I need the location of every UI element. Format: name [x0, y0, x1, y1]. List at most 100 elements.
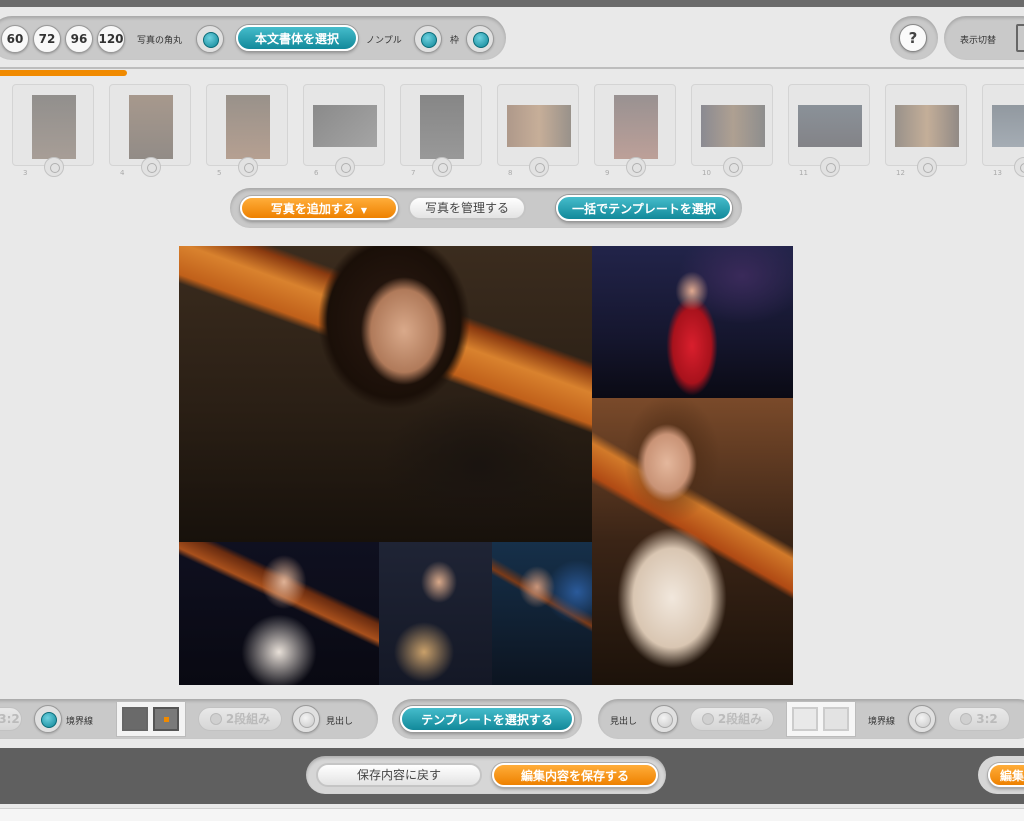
select-font-button[interactable]: 本文書体を選択	[236, 25, 358, 51]
zoom-icon[interactable]	[917, 157, 937, 177]
thumbnail[interactable]: 13	[982, 84, 1024, 177]
thumbnail[interactable]: 10	[691, 84, 773, 177]
thumbnail[interactable]: 5	[206, 84, 288, 177]
right-border-color-picker[interactable]	[786, 701, 856, 737]
left-heading-toggle[interactable]	[292, 705, 320, 733]
zoom-icon[interactable]	[1014, 157, 1024, 177]
thumbnail-number: 8	[508, 169, 513, 177]
corner-round-toggle[interactable]	[196, 25, 224, 53]
right-border-toggle[interactable]	[908, 705, 936, 733]
left-heading-label: 見出し	[326, 717, 354, 727]
collage-photo[interactable]	[492, 542, 592, 685]
right-columns-button[interactable]: 2段組み	[690, 707, 774, 731]
thumbnail[interactable]: 3	[12, 84, 94, 177]
thumbnail-image	[614, 95, 658, 159]
zoom-icon[interactable]	[820, 157, 840, 177]
collage-photo[interactable]	[179, 542, 379, 685]
size-72-button[interactable]: 72	[33, 25, 61, 53]
border-color-picker[interactable]	[116, 701, 186, 737]
thumbnail-number: 13	[993, 169, 1002, 177]
thumbnail-image	[129, 95, 173, 159]
photo-collage[interactable]	[179, 246, 793, 685]
thumbnail[interactable]: 6	[303, 84, 385, 177]
zoom-icon[interactable]	[141, 157, 161, 177]
left-ratio-button[interactable]: 3:2	[0, 707, 22, 731]
left-border-label: 境界線	[66, 717, 94, 727]
thumbnail-image	[992, 105, 1024, 147]
zoom-icon[interactable]	[723, 157, 743, 177]
selected-dot-icon	[164, 717, 169, 722]
corner-round-label: 写真の角丸	[137, 36, 183, 46]
thumbnail[interactable]: 8	[497, 84, 579, 177]
thumbnail[interactable]: 12	[885, 84, 967, 177]
size-60-button[interactable]: 60	[1, 25, 29, 53]
left-columns-button[interactable]: 2段組み	[198, 707, 282, 731]
progress-bar	[0, 70, 127, 76]
collage-photo[interactable]	[592, 246, 793, 398]
thumbnail-image	[507, 105, 571, 147]
zoom-icon[interactable]	[335, 157, 355, 177]
revert-button[interactable]: 保存内容に戻す	[316, 763, 482, 787]
zoom-icon[interactable]	[529, 157, 549, 177]
zoom-icon[interactable]	[432, 157, 452, 177]
swatch-light-2[interactable]	[823, 707, 849, 731]
left-border-toggle[interactable]	[34, 705, 62, 733]
swatch-orange-dot[interactable]	[153, 707, 179, 731]
frame-label: 枠	[450, 36, 460, 46]
page-number-label: ノンプル	[366, 36, 402, 46]
right-ratio-button[interactable]: 3:2	[948, 707, 1010, 731]
size-96-button[interactable]: 96	[65, 25, 93, 53]
bulk-template-button[interactable]: 一括でテンプレートを選択	[556, 195, 732, 221]
zoom-icon[interactable]	[44, 157, 64, 177]
swatch-light[interactable]	[792, 707, 818, 731]
thumbnail-number: 3	[23, 169, 28, 177]
right-edit-button[interactable]: 編集	[988, 763, 1024, 787]
zoom-icon[interactable]	[626, 157, 646, 177]
thumbnail[interactable]: 4	[109, 84, 191, 177]
help-group: ?	[890, 16, 938, 60]
view-switch-group: 表示切替	[944, 16, 1024, 60]
right-heading-label: 見出し	[610, 717, 638, 727]
manage-photo-button[interactable]: 写真を管理する	[408, 196, 526, 220]
thumbnail-number: 5	[217, 169, 222, 177]
right-page-options: 見出し 2段組み 境界線 3:2	[598, 699, 1024, 739]
thumbnail-number: 12	[896, 169, 905, 177]
thumbnail[interactable]: 7	[400, 84, 482, 177]
thumbnail-number: 6	[314, 169, 319, 177]
right-heading-toggle[interactable]	[650, 705, 678, 733]
thumbnail[interactable]: 11	[788, 84, 870, 177]
thumbnail[interactable]: 9	[594, 84, 676, 177]
thumbnail-image	[895, 105, 959, 147]
thumbnail-number: 4	[120, 169, 125, 177]
toolbar-separator	[0, 67, 1024, 69]
photo-actions-group: 写真を追加する ▼ 写真を管理する 一括でテンプレートを選択	[230, 188, 742, 228]
left-page-options: 3:2 境界線 2段組み 見出し	[0, 699, 378, 739]
zoom-icon[interactable]	[238, 157, 258, 177]
add-photo-label: 写真を追加する	[270, 202, 355, 216]
select-template-button[interactable]: テンプレートを選択する	[400, 706, 574, 732]
collage-photo[interactable]	[179, 246, 592, 542]
help-icon[interactable]: ?	[899, 24, 927, 52]
size-120-button[interactable]: 120	[97, 25, 125, 53]
page-number-toggle[interactable]	[414, 25, 442, 53]
swatch-gray[interactable]	[122, 707, 148, 731]
save-group: 保存内容に戻す 編集内容を保存する	[306, 756, 666, 794]
thumbnail-number: 11	[799, 169, 808, 177]
thumbnail-image	[313, 105, 377, 147]
top-toolbar: 60 72 96 120 写真の角丸 本文書体を選択 ノンプル 枠 ? 表示切替	[0, 11, 1024, 61]
layout-options-group: 60 72 96 120 写真の角丸 本文書体を選択 ノンプル 枠	[0, 16, 506, 60]
frame-toggle[interactable]	[466, 25, 494, 53]
thumbnail-image	[420, 95, 464, 159]
thumbnail-strip[interactable]: 3 4 5 6 7 8 9 10 11 12 13	[0, 84, 1024, 180]
save-button[interactable]: 編集内容を保存する	[492, 763, 658, 787]
thumbnail-image	[32, 95, 76, 159]
add-photo-button[interactable]: 写真を追加する ▼	[240, 196, 398, 220]
view-switch-icon[interactable]	[1016, 24, 1024, 52]
thumbnail-image	[701, 105, 765, 147]
footer-bar: 保存内容に戻す 編集内容を保存する 編集	[0, 748, 1024, 804]
collage-photo[interactable]	[592, 398, 793, 685]
collage-photo[interactable]	[379, 542, 492, 685]
thumbnail-image	[798, 105, 862, 147]
view-switch-label[interactable]: 表示切替	[960, 33, 996, 46]
window-bottom-edge	[0, 808, 1024, 821]
